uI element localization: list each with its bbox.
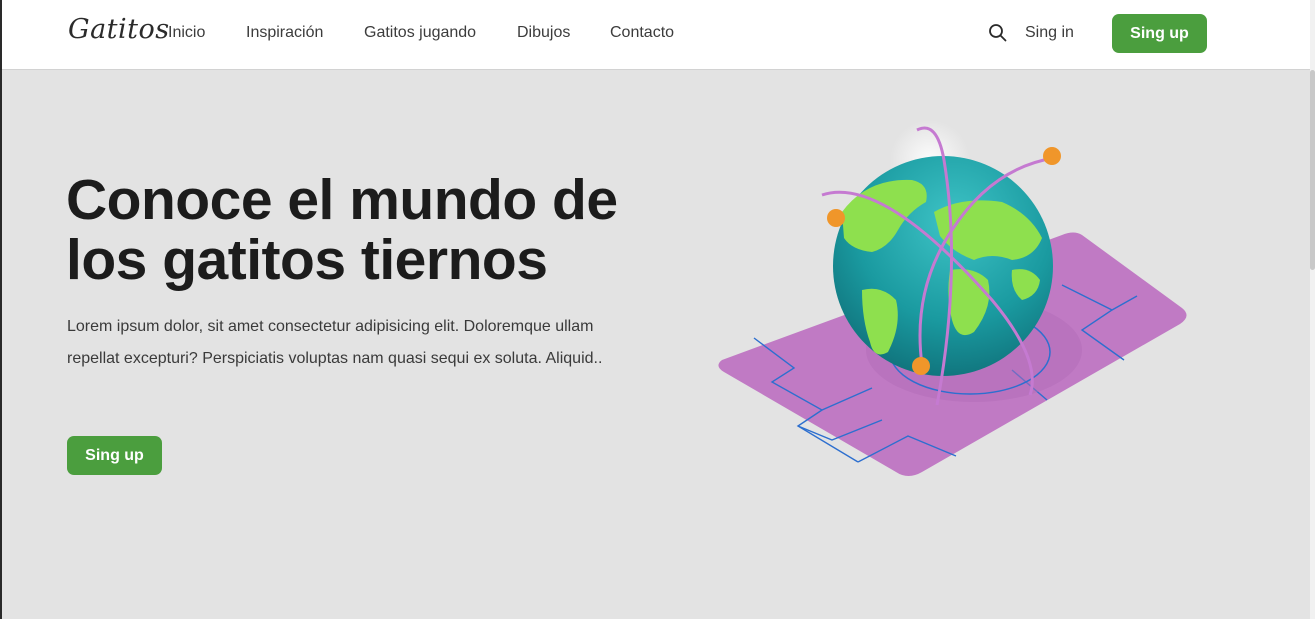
signin-link[interactable]: Sing in (1025, 24, 1074, 42)
search-icon (989, 24, 1007, 42)
nav-link-contacto[interactable]: Contacto (610, 24, 674, 42)
globe-illustration (712, 120, 1202, 490)
nav-link-inspiracion[interactable]: Inspiración (246, 24, 323, 42)
hero-title-line-2: los gatitos tiernos (66, 228, 548, 292)
search-button[interactable] (987, 22, 1009, 44)
nav-link-gatitos-jugando[interactable]: Gatitos jugando (364, 24, 476, 42)
nav-link-dibujos[interactable]: Dibujos (517, 24, 570, 42)
top-navbar: Gatitos Inicio Inspiración Gatitos jugan… (2, 0, 1310, 70)
nav-link-inicio[interactable]: Inicio (168, 24, 205, 42)
hero-title-line-1: Conoce el mundo de (66, 168, 618, 232)
signup-button-hero[interactable]: Sing up (67, 436, 162, 475)
globe-on-platform-icon (718, 120, 1187, 476)
hero-description: Lorem ipsum dolor, sit amet consectetur … (67, 318, 603, 367)
page-scrollbar[interactable] (1310, 0, 1315, 619)
brand-logo[interactable]: Gatitos (68, 14, 170, 45)
signup-button-header[interactable]: Sing up (1112, 14, 1207, 53)
scrollbar-thumb[interactable] (1310, 70, 1315, 270)
hero-title: Conoce el mundo de los gatitos tiernos (66, 170, 666, 290)
